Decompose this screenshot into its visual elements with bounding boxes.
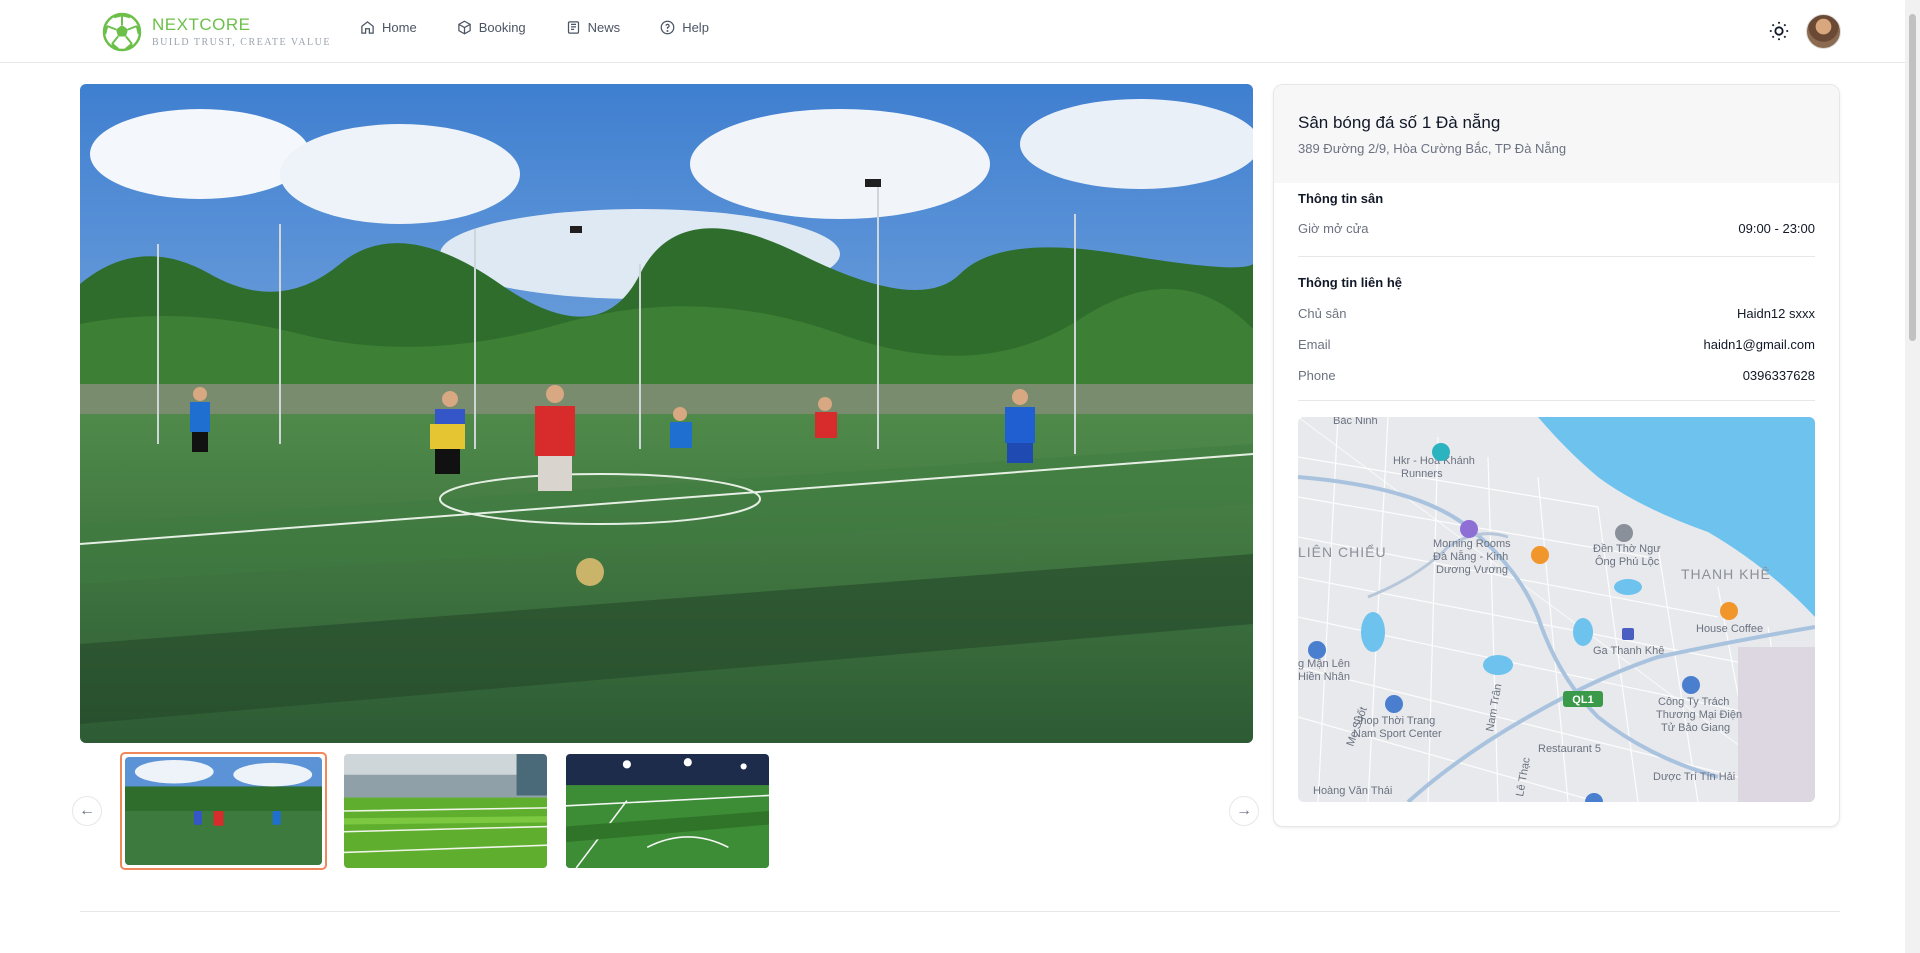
venue-info-card: Sân bóng đá số 1 Đà nẵng 389 Đường 2/9, …: [1273, 84, 1840, 827]
map-label: g Mận Lên: [1298, 658, 1350, 670]
sun-icon[interactable]: [1768, 20, 1790, 42]
divider: [1298, 400, 1815, 401]
nav-booking-label: Booking: [478, 20, 526, 35]
main-field-photo: [80, 84, 1253, 743]
arrow-left-icon: ←: [79, 802, 95, 819]
help-circle-icon: [660, 20, 675, 35]
gallery-thumbnails: [120, 752, 771, 870]
map-label: Ông Phú Lộc: [1595, 555, 1660, 568]
newspaper-icon: [567, 21, 579, 34]
thumbnail-3[interactable]: [564, 752, 771, 870]
map-label: Ga Thanh Khê: [1593, 645, 1664, 657]
box-icon: [457, 20, 471, 35]
soccer-ball-icon: [102, 12, 142, 52]
brand-logo[interactable]: NEXTCORE BUILD TRUST, CREATE VALUE: [102, 12, 331, 52]
email-label: Email: [1298, 337, 1331, 352]
map-label: Công Ty Trách: [1658, 696, 1729, 708]
hours-label: Giờ mở cửa: [1298, 221, 1369, 236]
nav-news-label: News: [587, 20, 621, 35]
gallery-prev-button[interactable]: ←: [72, 796, 102, 826]
owner-value: Haidn12 sxxx: [1736, 306, 1815, 321]
nav-help-label: Help: [682, 20, 709, 35]
nav-home[interactable]: Home: [360, 20, 417, 35]
contact-info-heading: Thông tin liên hệ: [1298, 275, 1402, 290]
phone-row: Phone 0396337628: [1298, 368, 1815, 383]
map-label: Thương Mại Điện: [1656, 709, 1742, 721]
venue-name: Sân bóng đá số 1 Đà nẵng: [1298, 113, 1501, 132]
map-label: Hoàng Văn Thái: [1313, 785, 1392, 797]
field-info-heading: Thông tin sân: [1298, 191, 1384, 206]
map-district-label: LIÊN CHIỂU: [1298, 543, 1387, 560]
map-district-label: THANH KHÊ: [1681, 566, 1771, 582]
arrow-right-icon: →: [1236, 802, 1252, 819]
map-label: Morning Rooms: [1433, 538, 1511, 550]
map-label: Bắc Ninh: [1333, 417, 1378, 427]
hours-row: Giờ mở cửa 09:00 - 23:00: [1298, 221, 1815, 236]
venue-header: Sân bóng đá số 1 Đà nẵng 389 Đường 2/9, …: [1274, 85, 1839, 183]
phone-label: Phone: [1298, 368, 1336, 383]
venue-address: 389 Đường 2/9, Hòa Cường Bắc, TP Đà Nẵng: [1298, 141, 1567, 156]
map-label: Đền Thờ Ngư: [1593, 543, 1661, 555]
hours-value: 09:00 - 23:00: [1738, 221, 1815, 236]
email-value[interactable]: haidn1@gmail.com: [1704, 337, 1815, 352]
main-nav: Home Booking News Help: [360, 20, 709, 35]
nav-home-label: Home: [382, 20, 417, 35]
map-label: Hiền Nhân: [1298, 671, 1350, 683]
owner-row: Chủ sân Haidn12 sxxx: [1298, 306, 1815, 321]
home-icon: [361, 21, 374, 34]
gallery-next-button[interactable]: →: [1229, 796, 1259, 826]
map-label: Đà Nẵng - Kinh: [1433, 550, 1508, 563]
map-label: House Coffee: [1696, 623, 1763, 635]
map-label: Shop Thời Trang: [1353, 715, 1435, 727]
map-label: Dược Trí Tín Hải: [1653, 771, 1735, 783]
nav-news[interactable]: News: [566, 20, 621, 35]
highway-label: QL1: [1572, 694, 1593, 706]
page-scrollbar[interactable]: [1905, 0, 1920, 953]
section-divider: [80, 911, 1840, 912]
brand-name: NEXTCORE: [152, 15, 251, 34]
map-label: Dương Vương: [1436, 564, 1508, 576]
divider: [1298, 256, 1815, 257]
location-map[interactable]: Bắc Ninh Hkr - Hoa Khánh Runners Morning…: [1298, 417, 1815, 802]
nav-booking[interactable]: Booking: [457, 20, 526, 35]
owner-label: Chủ sân: [1298, 306, 1347, 321]
brand-tagline: BUILD TRUST, CREATE VALUE: [152, 37, 331, 48]
email-row: Email haidn1@gmail.com: [1298, 337, 1815, 352]
thumbnail-2[interactable]: [342, 752, 549, 870]
top-header: NEXTCORE BUILD TRUST, CREATE VALUE Home …: [0, 0, 1905, 63]
scrollbar-thumb[interactable]: [1909, 14, 1916, 341]
nav-help[interactable]: Help: [660, 20, 709, 35]
phone-value[interactable]: 0396337628: [1743, 368, 1815, 383]
map-label: Restaurant 5: [1538, 743, 1601, 755]
user-avatar[interactable]: [1806, 14, 1841, 49]
thumbnail-1[interactable]: [120, 752, 327, 870]
map-label: Tử Bảo Giang: [1661, 722, 1730, 734]
map-label: Runners: [1401, 468, 1443, 480]
map-label: Nam Sport Center: [1353, 728, 1442, 740]
